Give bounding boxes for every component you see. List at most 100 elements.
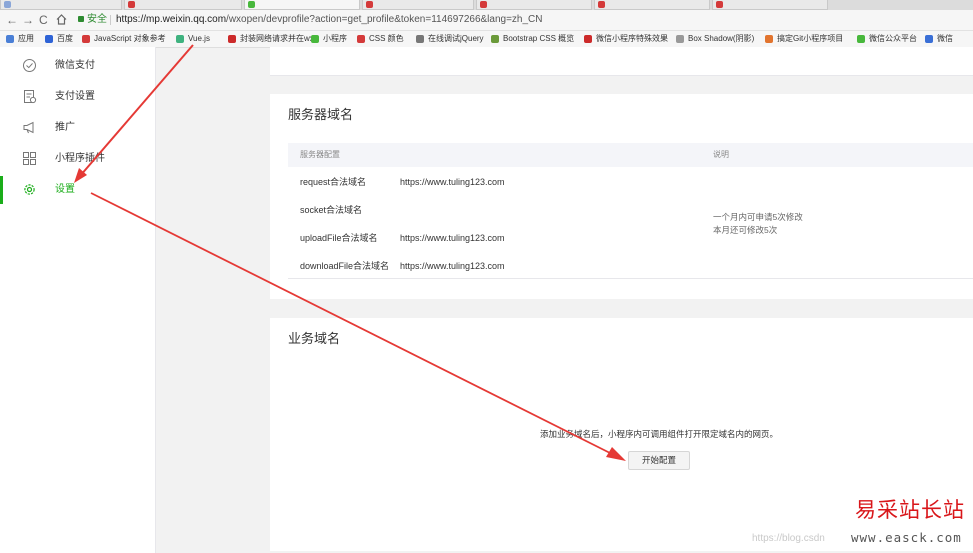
bookmark-label: 应用 [18, 34, 34, 43]
browser-tab[interactable] [0, 0, 122, 10]
bookmark-icon [228, 35, 236, 43]
forward-arrow-icon[interactable]: → [22, 12, 34, 28]
sidebar: 微信支付 支付设置 推广 小程序插件 设置 [0, 47, 156, 553]
column-header-config: 服务器配置 [300, 150, 340, 159]
apps-grid-icon [6, 35, 14, 43]
sidebar-item-wechat-pay[interactable]: 微信支付 [0, 52, 155, 80]
sidebar-item-promotion[interactable]: 推广 [0, 114, 155, 142]
browser-tab[interactable] [476, 0, 592, 10]
sidebar-item-plugins[interactable]: 小程序插件 [0, 145, 155, 173]
bookmarks-bar: 应用 百度 JavaScript 对象参考 Vue.js 封装网络请求并在wx 小程序 CS… [0, 31, 973, 48]
browser-tab[interactable] [594, 0, 710, 10]
divider [288, 278, 973, 279]
bookmark-label: JavaScript 对象参考 [94, 34, 166, 43]
tab-favicon-icon [248, 1, 255, 8]
tab-favicon-icon [598, 1, 605, 8]
tab-favicon-icon [366, 1, 373, 8]
bookmark-label: 微信小程序特殊效果 [596, 34, 668, 43]
domain-row-label: uploadFile合法域名 [300, 233, 378, 243]
bookmark-item[interactable]: 微信 [925, 33, 953, 45]
browser-tab-strip [0, 0, 973, 10]
bookmark-label: Bootstrap CSS 概览 [503, 34, 575, 43]
secure-label: 安全 [87, 14, 107, 25]
bookmark-item[interactable]: 微信公众平台 [857, 33, 917, 45]
sidebar-item-label: 微信支付 [55, 60, 95, 71]
table-header: 服务器配置 说明 [288, 143, 973, 167]
home-icon[interactable] [56, 14, 67, 28]
lock-icon [78, 16, 84, 23]
bookmark-item[interactable]: 在线调试jQuery [416, 33, 484, 45]
sidebar-item-label: 推广 [55, 122, 75, 133]
sidebar-item-label: 支付设置 [55, 91, 95, 102]
bookmark-label: 微信 [937, 34, 953, 43]
bookmark-item[interactable]: 应用 [6, 33, 34, 45]
domain-row-label: socket合法域名 [300, 205, 363, 215]
back-arrow-icon[interactable]: ← [6, 12, 18, 28]
tab-favicon-icon [128, 1, 135, 8]
bookmark-label: 在线调试jQuery [428, 34, 484, 43]
tab-favicon-icon [4, 1, 11, 8]
bookmark-label: 封装网络请求并在wx [240, 34, 314, 43]
baidu-icon [45, 35, 53, 43]
bookmark-item[interactable]: 小程序 [311, 33, 347, 45]
modify-remaining-note: 本月还可修改5次 [713, 225, 778, 235]
reload-icon[interactable]: C [39, 12, 48, 28]
bootstrap-icon [491, 35, 499, 43]
domain-row-value: https://www.tuling123.com [400, 233, 505, 243]
bookmark-item[interactable]: 微信小程序特殊效果 [584, 33, 668, 45]
column-header-desc: 说明 [713, 150, 729, 159]
bookmark-label: Box Shadow(阴影) [688, 34, 755, 43]
page-icon [676, 35, 684, 43]
wechat-icon [857, 35, 865, 43]
bookmark-label: 百度 [57, 34, 73, 43]
browser-tab[interactable] [124, 0, 242, 10]
bookmark-icon [416, 35, 424, 43]
plugin-grid-icon [22, 151, 37, 166]
bookmark-item[interactable]: CSS 颜色 [357, 33, 404, 45]
domain-row-value: https://www.tuling123.com [400, 177, 505, 187]
vue-icon [176, 35, 184, 43]
bookmark-item[interactable]: Box Shadow(阴影) [676, 33, 754, 45]
url-field[interactable]: https://mp.weixin.qq.com/wxopen/devprofi… [116, 13, 542, 27]
url-path: /wxopen/devprofile?action=get_profile&to… [226, 14, 543, 25]
browser-tab[interactable] [362, 0, 474, 10]
bookmark-item[interactable]: Bootstrap CSS 概览 [491, 33, 574, 45]
watermark-csdn: https://blog.csdn [752, 533, 825, 544]
secure-indicator[interactable]: 安全 [78, 13, 107, 27]
wechat-icon [311, 35, 319, 43]
divider [110, 15, 111, 25]
bookmark-item[interactable]: 封装网络请求并在wx [228, 33, 314, 45]
watermark-brand: 易采站长站 [855, 498, 965, 522]
payment-settings-icon [22, 89, 37, 104]
tab-favicon-icon [480, 1, 487, 8]
domain-row-label: request合法域名 [300, 177, 367, 187]
bookmark-item[interactable]: Vue.js [176, 33, 210, 45]
start-config-button[interactable]: 开始配置 [628, 451, 690, 470]
url-host: https://mp.weixin.qq.com [116, 14, 227, 25]
gitlab-icon [765, 35, 773, 43]
active-indicator [0, 176, 3, 204]
modify-limit-note: 一个月内可申请5次修改 [713, 212, 803, 222]
browser-tab-active[interactable] [244, 0, 360, 10]
bookmark-label: 搞定Git小程序项目 [777, 34, 844, 43]
sidebar-item-payment-settings[interactable]: 支付设置 [0, 83, 155, 111]
gear-icon [22, 182, 37, 197]
bookmark-item[interactable]: 搞定Git小程序项目 [765, 33, 843, 45]
watermark-site: www.easck.com [851, 530, 962, 545]
section-title: 服务器域名 [288, 107, 354, 122]
address-bar: ← → C 安全 https://mp.weixin.qq.com/wxopen… [0, 10, 973, 31]
bookmark-item[interactable]: JavaScript 对象参考 [82, 33, 166, 45]
bookmark-icon [925, 35, 933, 43]
previous-section-panel [270, 47, 973, 76]
bookmark-label: 小程序 [323, 34, 347, 43]
bookmark-icon [357, 35, 365, 43]
business-domain-description: 添加业务域名后，小程序内可调用组件打开限定域名内的网页。 [540, 429, 779, 439]
bookmark-item[interactable]: 百度 [45, 33, 73, 45]
bookmark-label: CSS 颜色 [369, 34, 404, 43]
bookmark-label: 微信公众平台 [869, 34, 917, 43]
promotion-icon [22, 120, 37, 135]
bookmark-label: Vue.js [188, 34, 210, 43]
browser-tab[interactable] [712, 0, 828, 10]
sidebar-item-settings[interactable]: 设置 [0, 176, 155, 204]
server-domain-panel: 服务器域名 服务器配置 说明 request合法域名 https://www.t… [270, 94, 973, 299]
